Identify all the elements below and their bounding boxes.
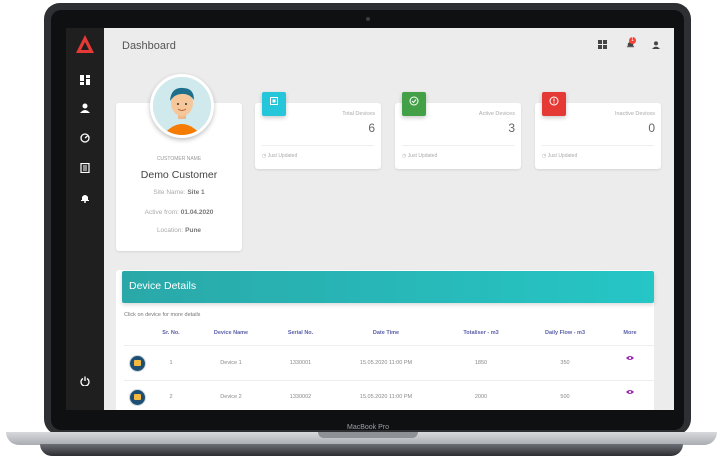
speedometer-icon[interactable] — [79, 133, 91, 145]
alert-circle-icon — [542, 92, 566, 116]
avatar — [150, 74, 214, 138]
laptop-notch — [318, 432, 418, 438]
location: Location: Pune — [156, 227, 202, 234]
logo-icon[interactable] — [75, 34, 95, 54]
serial-no: 1330002 — [289, 394, 312, 400]
site-name: Site Name: Site 1 — [153, 189, 205, 196]
stat-label: Total Devices — [342, 111, 375, 117]
user-icon[interactable] — [79, 103, 91, 115]
divider — [124, 345, 654, 346]
totaliser: 1850 — [474, 360, 488, 366]
bell-icon[interactable] — [79, 193, 91, 205]
device-name: Device 2 — [220, 394, 242, 400]
device-icon — [129, 389, 146, 406]
column-header[interactable]: Device Name — [206, 330, 256, 336]
chip-icon — [262, 92, 286, 116]
stat-card-active[interactable]: Active Devices 3 ◷ Just Updated — [395, 92, 521, 169]
sr-no: 2 — [169, 394, 173, 400]
stat-card-total[interactable]: Total Devices 6 ◷ Just Updated — [255, 92, 381, 169]
customer-label: CUSTOMER NAME — [156, 156, 202, 162]
column-header[interactable]: Serial No. — [278, 330, 323, 336]
laptop-label: MacBook Pro — [346, 424, 390, 431]
active-from: Active from: 01.04.2020 — [144, 209, 214, 216]
serial-no: 1330001 — [289, 360, 312, 366]
check-circle-icon — [402, 92, 426, 116]
daily-flow: 350 — [560, 360, 570, 366]
apps-grid-icon[interactable] — [596, 40, 608, 52]
column-header[interactable]: Totaliser - m3 — [451, 330, 511, 336]
laptop-foot — [40, 444, 683, 456]
screen: Dashboard 1 CUSTOMER NAME Demo Customer … — [66, 28, 674, 410]
date-time: 15.05.2020 11:00 PM — [359, 360, 413, 366]
notification-badge: 1 — [629, 37, 636, 44]
dashboard-icon[interactable] — [79, 75, 91, 87]
column-header[interactable]: Sr. No. — [156, 330, 186, 336]
device-name: Device 1 — [220, 360, 242, 366]
stat-value: 0 — [648, 121, 655, 135]
device-icon — [129, 355, 146, 372]
stat-value: 6 — [368, 121, 375, 135]
device-hint: Click on device for more details — [124, 312, 201, 318]
stat-footer: ◷ Just Updated — [542, 153, 578, 159]
eye-icon[interactable] — [625, 355, 635, 363]
stat-label: Inactive Devices — [614, 111, 655, 117]
divider — [402, 145, 514, 146]
camera — [366, 17, 370, 21]
book-icon[interactable] — [79, 162, 91, 175]
eye-icon[interactable] — [625, 389, 635, 397]
stat-value: 3 — [508, 121, 515, 135]
device-details-header: Device Details — [122, 271, 654, 303]
stat-card-inactive[interactable]: Inactive Devices 0 ◷ Just Updated — [535, 92, 661, 169]
stat-footer: ◷ Just Updated — [262, 153, 298, 159]
device-details-title: Device Details — [129, 280, 197, 292]
date-time: 15.05.2020 11:00 PM — [359, 394, 413, 400]
divider — [124, 380, 654, 381]
divider — [262, 145, 374, 146]
sr-no: 1 — [169, 360, 173, 366]
profile-icon[interactable] — [650, 40, 662, 52]
customer-name: Demo Customer — [140, 169, 218, 181]
page-title: Dashboard — [122, 40, 176, 52]
column-header[interactable]: More — [618, 330, 642, 336]
power-icon[interactable] — [79, 376, 91, 388]
column-header[interactable]: Daily Flow - m3 — [534, 330, 596, 336]
sidebar — [66, 28, 104, 410]
stat-label: Active Devices — [478, 111, 515, 117]
column-header[interactable]: Date Time — [356, 330, 416, 336]
divider — [542, 145, 654, 146]
totaliser: 2000 — [474, 394, 488, 400]
topbar: Dashboard 1 — [104, 28, 674, 64]
stat-footer: ◷ Just Updated — [402, 153, 438, 159]
daily-flow: 500 — [560, 394, 570, 400]
